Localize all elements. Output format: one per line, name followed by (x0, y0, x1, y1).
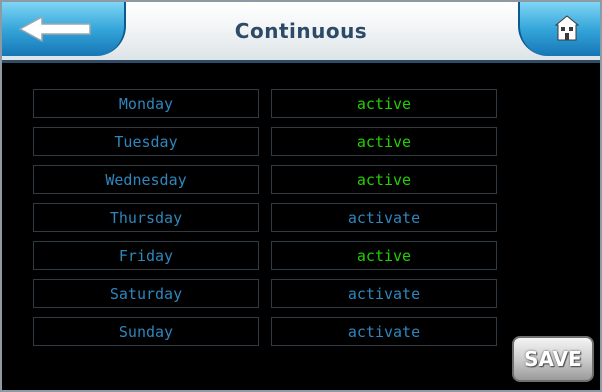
day-label-wednesday: Wednesday (33, 165, 259, 194)
day-label-sunday: Sunday (33, 317, 259, 346)
status-toggle-sunday[interactable]: activate (271, 317, 497, 346)
day-label-friday: Friday (33, 241, 259, 270)
day-label-monday: Monday (33, 89, 259, 118)
screen: Continuous Monday active Tuesday active … (0, 0, 602, 392)
status-toggle-wednesday[interactable]: active (271, 165, 497, 194)
status-toggle-friday[interactable]: active (271, 241, 497, 270)
day-label-thursday: Thursday (33, 203, 259, 232)
save-button[interactable]: SAVE (512, 336, 594, 382)
home-icon (554, 15, 580, 41)
status-toggle-saturday[interactable]: activate (271, 279, 497, 308)
home-button[interactable] (518, 2, 600, 56)
day-label-saturday: Saturday (33, 279, 259, 308)
status-toggle-thursday[interactable]: activate (271, 203, 497, 232)
status-toggle-monday[interactable]: active (271, 89, 497, 118)
page-title: Continuous (234, 19, 368, 43)
status-toggle-tuesday[interactable]: active (271, 127, 497, 156)
header-bar: Continuous (2, 2, 600, 63)
day-label-tuesday: Tuesday (33, 127, 259, 156)
